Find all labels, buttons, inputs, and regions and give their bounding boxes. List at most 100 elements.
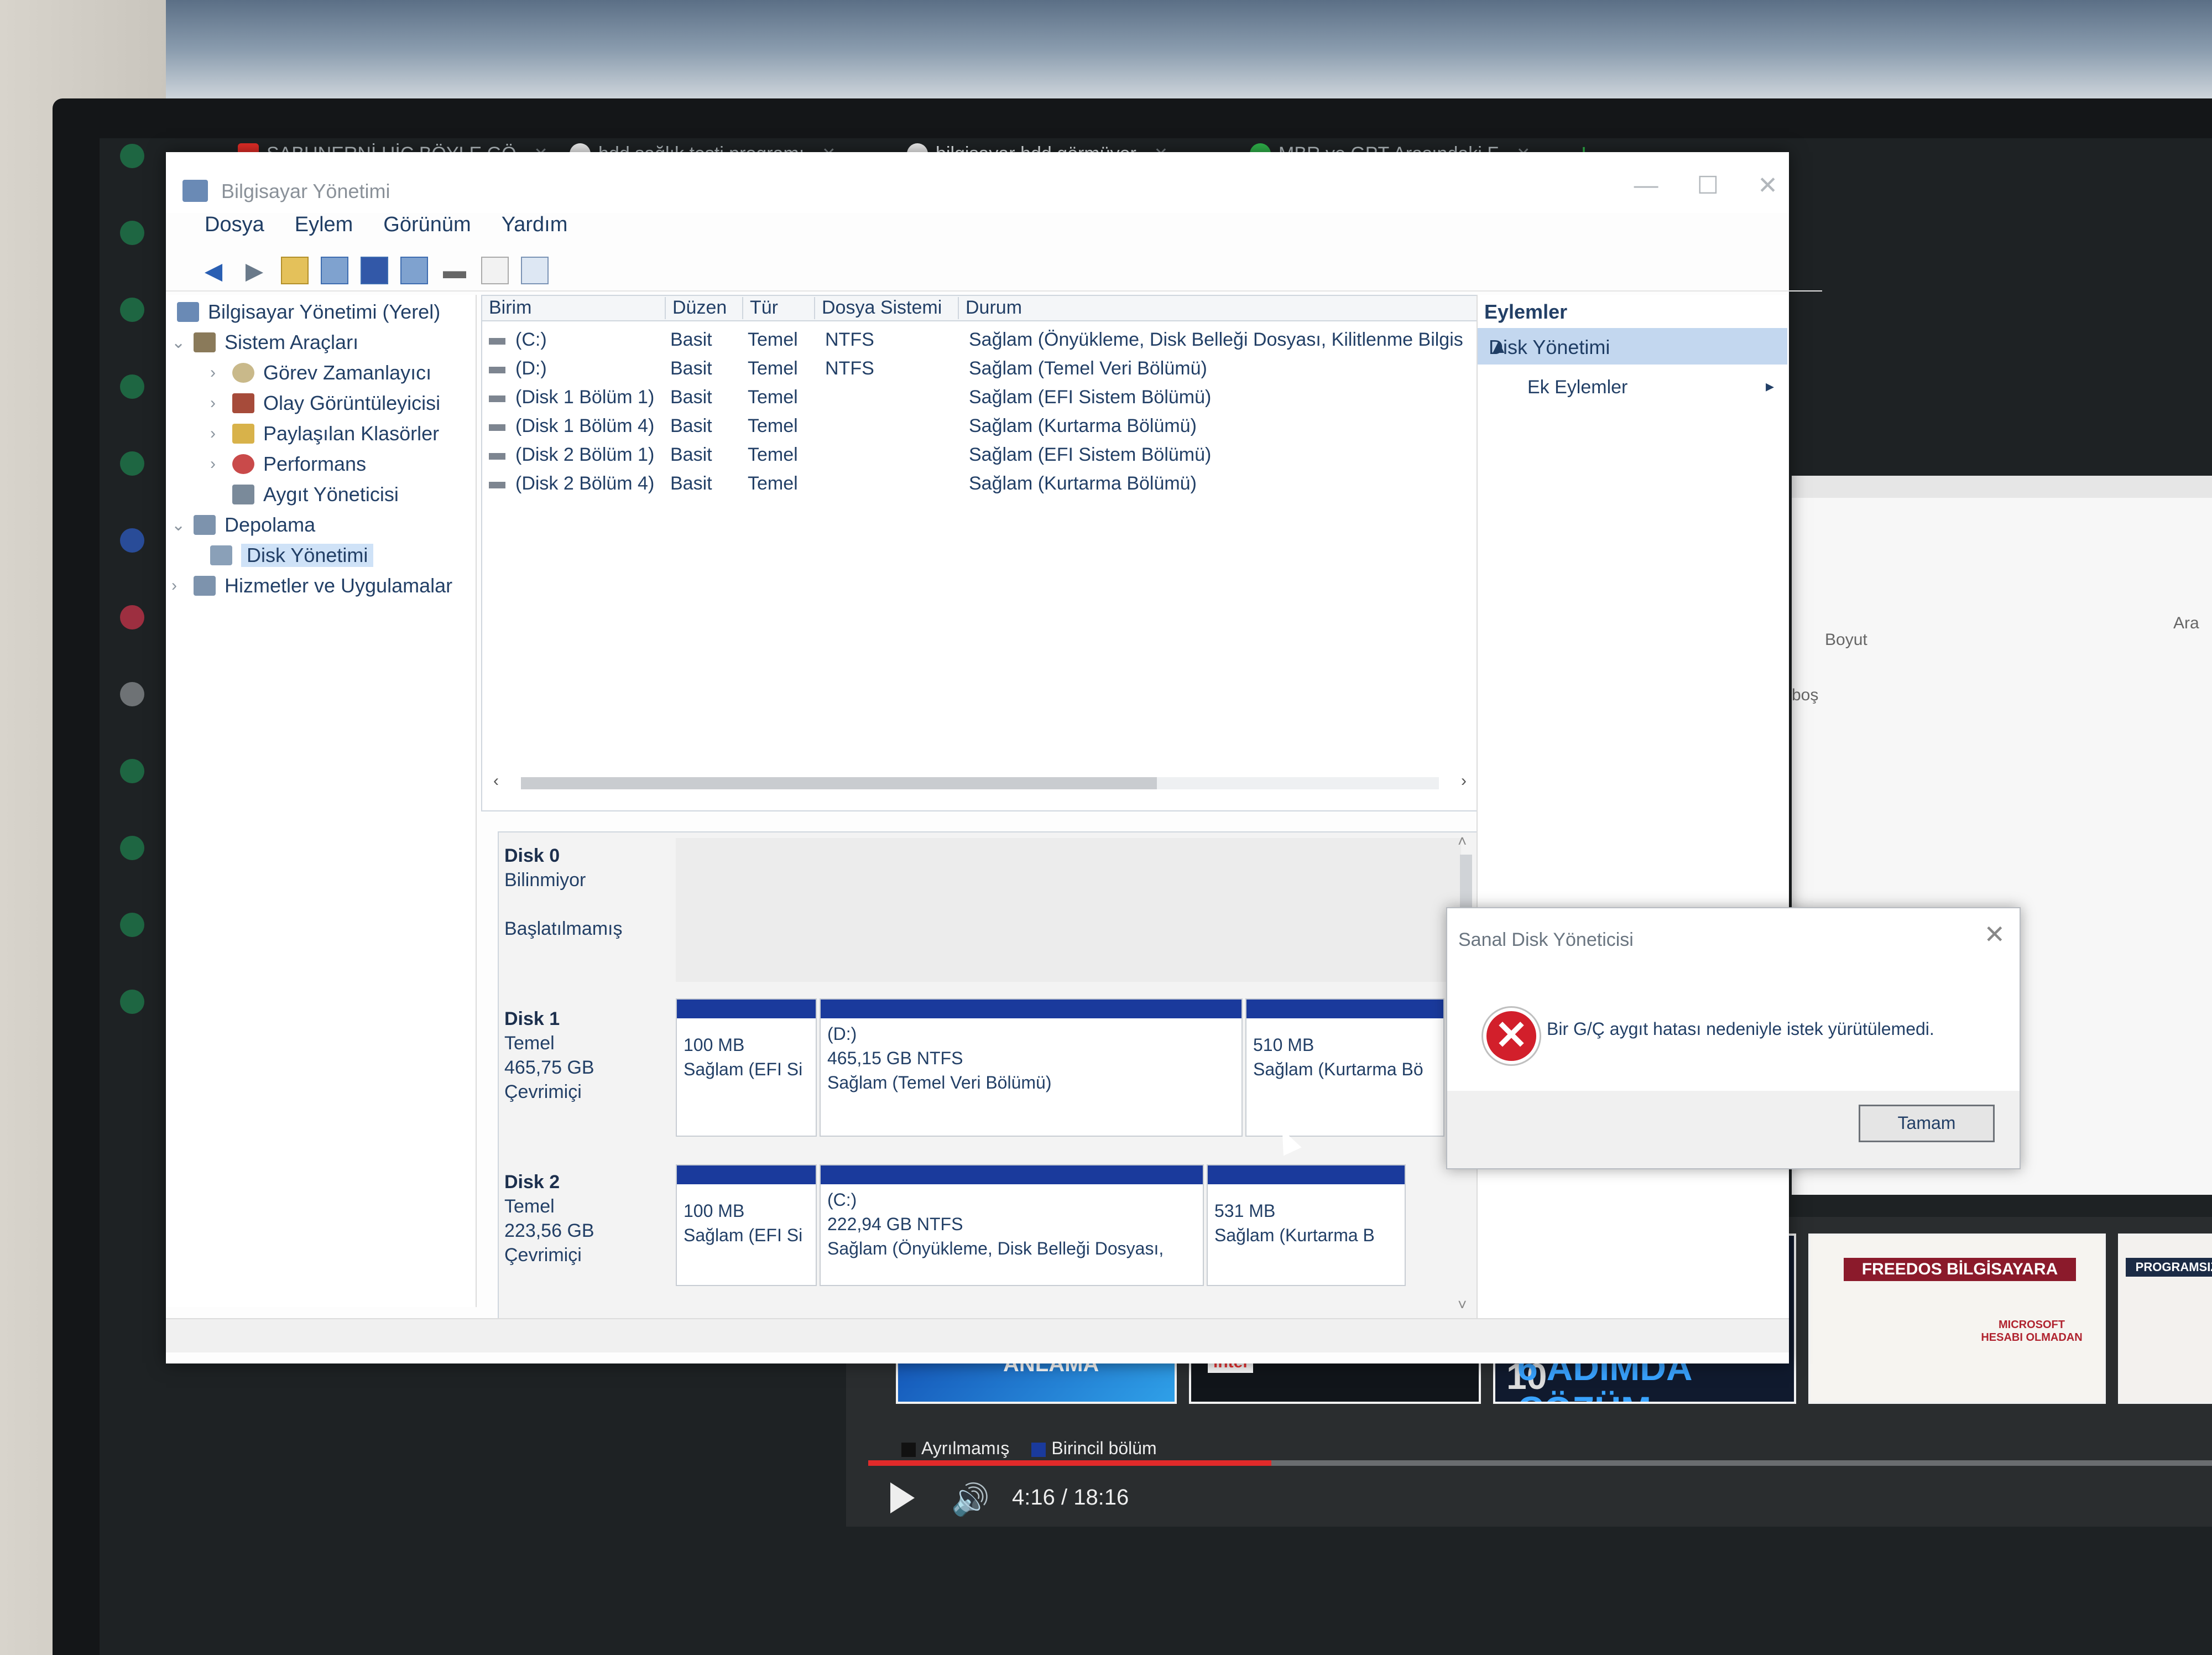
toolbar: ◀ ▶ ▬	[166, 251, 1822, 292]
tree-item-shared-folders[interactable]: › Paylaşılan Klasörler	[210, 422, 439, 445]
document-icon[interactable]	[481, 257, 509, 284]
disk2-label[interactable]: Disk 2 Temel 223,56 GB Çevrimiçi	[504, 1170, 670, 1267]
partition-recovery[interactable]: 510 MB Sağlam (Kurtarma Bö	[1245, 998, 1444, 1137]
menu-file[interactable]: Dosya	[205, 213, 264, 246]
minimize-button[interactable]: —	[1634, 171, 1658, 200]
disk1-label[interactable]: Disk 1 Temel 465,75 GB Çevrimiçi	[504, 1007, 670, 1104]
app-icon[interactable]	[120, 221, 144, 245]
app-icon[interactable]	[120, 682, 144, 706]
chevron-right-icon[interactable]: ›	[210, 455, 223, 473]
app-icon[interactable]	[120, 144, 144, 168]
primary-partition-bar	[821, 1000, 1241, 1018]
partition-recovery[interactable]: 531 MB Sağlam (Kurtarma B	[1207, 1164, 1406, 1286]
view-icon[interactable]	[521, 257, 549, 284]
partition-efi[interactable]: 100 MB Sağlam (EFI Si	[676, 998, 817, 1137]
show-hide-tree-icon[interactable]	[321, 257, 348, 284]
properties-icon[interactable]	[361, 257, 388, 284]
menu-view[interactable]: Görünüm	[383, 213, 471, 246]
tree-item-event-viewer[interactable]: › Olay Görüntüleyicisi	[210, 392, 440, 415]
partition-efi[interactable]: 100 MB Sağlam (EFI Si	[676, 1164, 817, 1286]
tree-item-system-tools[interactable]: ⌄ Sistem Araçları	[171, 331, 358, 354]
partition-d[interactable]: (D:) 465,15 GB NTFS Sağlam (Temel Veri B…	[820, 998, 1243, 1137]
tree-item-performance[interactable]: › Performans	[210, 452, 366, 476]
app-icon[interactable]	[120, 836, 144, 860]
ok-button[interactable]: Tamam	[1859, 1105, 1995, 1142]
actions-section-disk-management[interactable]: Disk Yönetimi ▲	[1478, 328, 1787, 365]
dialog-close-icon[interactable]: ✕	[1984, 919, 2005, 949]
dialog-title: Sanal Disk Yöneticisi	[1458, 929, 1634, 950]
tree-item-services[interactable]: › Hizmetler ve Uygulamalar	[171, 574, 452, 597]
tree-item-device-manager[interactable]: Aygıt Yöneticisi	[232, 483, 399, 506]
partition-c[interactable]: (C:) 222,94 GB NTFS Sağlam (Önyükleme, D…	[820, 1164, 1204, 1286]
column-header-type[interactable]: Tür	[742, 297, 778, 319]
primary-partition-bar	[821, 1165, 1203, 1184]
app-icon[interactable]	[120, 913, 144, 937]
services-icon	[194, 576, 216, 596]
instagram-icon[interactable]	[120, 605, 144, 629]
video-legend: Ayrılmamış Birincil bölüm	[901, 1438, 1157, 1459]
horizontal-scrollbar[interactable]: ‹ ›	[493, 772, 1467, 794]
column-header-filesystem[interactable]: Dosya Sistemi	[814, 297, 942, 319]
forward-icon[interactable]: ▶	[240, 256, 269, 285]
chevron-right-icon[interactable]: ›	[210, 394, 223, 413]
video-progress-bar[interactable]	[868, 1460, 2212, 1466]
column-header-volume[interactable]: Birim	[482, 297, 531, 319]
chevron-down-icon[interactable]: ⌄	[171, 516, 185, 535]
volume-icon	[489, 482, 505, 488]
scroll-right-icon[interactable]: ›	[1461, 772, 1467, 790]
volume-icon[interactable]: 🔊	[951, 1481, 990, 1518]
tree-item-storage[interactable]: ⌄ Depolama	[171, 513, 315, 537]
video-thumbnail[interactable]: PROGRAMSIZ SORUN	[2118, 1234, 2212, 1404]
column-header-layout[interactable]: Düzen	[665, 297, 727, 319]
storage-icon	[194, 515, 216, 535]
help-icon[interactable]	[400, 257, 428, 284]
close-button[interactable]: ✕	[1757, 171, 1778, 200]
scroll-left-icon[interactable]: ‹	[493, 772, 499, 790]
app-icon[interactable]	[120, 759, 144, 783]
volume-icon	[489, 424, 505, 431]
primary-partition-bar	[677, 1000, 816, 1018]
title-bar: Bilgisayar Yönetimi — ☐ ✕	[166, 152, 1789, 213]
more-actions-item[interactable]: Ek Eylemler	[1527, 377, 1627, 398]
computer-management-window: Bilgisayar Yönetimi — ☐ ✕ Dosya Eylem Gö…	[166, 152, 1822, 1363]
tree-item-disk-management[interactable]: Disk Yönetimi	[210, 544, 374, 567]
menu-action[interactable]: Eylem	[295, 213, 353, 246]
table-row[interactable]: (Disk 2 Bölüm 4) Basit Temel Sağlam (Kur…	[482, 473, 1478, 502]
app-icon[interactable]	[120, 298, 144, 322]
scroll-up-icon[interactable]: ˄	[1458, 832, 1467, 850]
tree-item-root[interactable]: Bilgisayar Yönetimi (Yerel)	[177, 300, 440, 324]
table-row[interactable]: (Disk 1 Bölüm 1) Basit Temel Sağlam (EFI…	[482, 387, 1478, 415]
scrollbar-thumb[interactable]	[521, 777, 1157, 789]
play-icon[interactable]	[890, 1482, 915, 1513]
collapse-icon[interactable]: ▲	[1489, 335, 1776, 358]
rescan-icon[interactable]: ▬	[440, 256, 469, 285]
chevron-right-icon[interactable]: ▸	[1766, 377, 1774, 396]
chevron-right-icon[interactable]: ›	[171, 576, 185, 595]
menu-help[interactable]: Yardım	[502, 213, 568, 246]
app-icon[interactable]	[120, 374, 144, 399]
up-folder-icon[interactable]	[281, 257, 309, 284]
table-row[interactable]: (D:) Basit Temel NTFS Sağlam (Temel Veri…	[482, 358, 1478, 387]
disk0-label[interactable]: Disk 0 Bilinmiyor Başlatılmamış	[504, 844, 670, 941]
chevron-right-icon[interactable]: ›	[210, 424, 223, 443]
disk-graphical-view: Disk 0 Bilinmiyor Başlatılmamış Disk 1 T…	[498, 831, 1479, 1320]
table-row[interactable]: (Disk 2 Bölüm 1) Basit Temel Sağlam (EFI…	[482, 444, 1478, 473]
chevron-right-icon[interactable]: ›	[210, 363, 223, 382]
table-row[interactable]: (C:) Basit Temel NTFS Sağlam (Önyükleme,…	[482, 329, 1478, 358]
chevron-down-icon[interactable]: ⌄	[171, 333, 185, 352]
navigation-tree: Bilgisayar Yönetimi (Yerel) ⌄ Sistem Ara…	[166, 295, 477, 1307]
back-icon[interactable]: ◀	[199, 256, 228, 285]
maximize-button[interactable]: ☐	[1697, 171, 1719, 200]
clock-icon	[232, 363, 254, 383]
scroll-down-icon[interactable]: ˅	[1458, 1296, 1467, 1314]
column-header-status[interactable]: Durum	[958, 297, 1022, 319]
volume-icon	[489, 367, 505, 373]
messenger-icon[interactable]	[120, 528, 144, 553]
tree-item-task-scheduler[interactable]: › Görev Zamanlayıcı	[210, 361, 431, 384]
video-thumbnail[interactable]: FREEDOS BİLGİSAYARA MICROSOFT HESABI OLM…	[1808, 1234, 2106, 1404]
table-row[interactable]: (Disk 1 Bölüm 4) Basit Temel Sağlam (Kur…	[482, 415, 1478, 444]
app-icon[interactable]	[120, 990, 144, 1014]
search-label[interactable]: Ara	[2173, 614, 2199, 633]
app-icon[interactable]	[120, 451, 144, 476]
empty-label: boş	[1792, 686, 1819, 704]
